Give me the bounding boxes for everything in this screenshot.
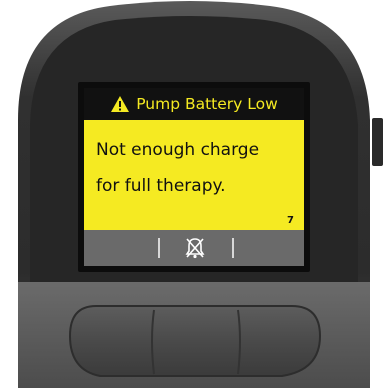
softkey-divider xyxy=(158,238,160,258)
softkey-bar xyxy=(84,230,304,266)
alert-title: Pump Battery Low xyxy=(136,95,278,113)
alert-screen: Pump Battery Low Not enough charge for f… xyxy=(84,88,304,266)
alert-message-line-1: Not enough charge xyxy=(96,140,260,160)
sound-muted-icon[interactable] xyxy=(184,236,206,260)
softkey-divider xyxy=(232,238,234,258)
alert-code: 7 xyxy=(287,215,294,226)
center-softkey-button[interactable] xyxy=(154,308,238,378)
insulin-pump-device: Pump Battery Low Not enough charge for f… xyxy=(0,0,383,388)
alert-message-line-2: for full therapy. xyxy=(96,176,226,196)
right-softkey-button[interactable] xyxy=(238,308,322,378)
alert-message-panel: Not enough charge for full therapy. 7 xyxy=(84,120,304,230)
side-button[interactable] xyxy=(372,118,383,166)
alert-title-bar: Pump Battery Low xyxy=(84,88,304,120)
left-softkey-button[interactable] xyxy=(78,308,154,378)
warning-triangle-icon xyxy=(111,96,130,112)
